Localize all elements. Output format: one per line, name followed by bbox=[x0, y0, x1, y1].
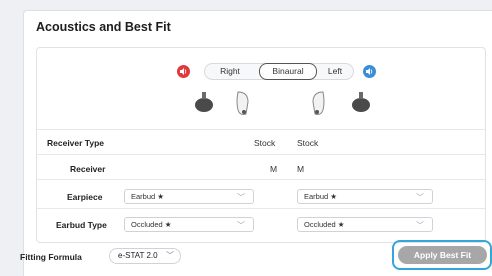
right-speaker-icon[interactable] bbox=[177, 65, 190, 78]
chevron-down-icon: ﹀ bbox=[416, 221, 424, 230]
fitting-formula-value: e-STAT 2.0 bbox=[118, 251, 158, 260]
hearing-aid-right-icon bbox=[236, 91, 249, 115]
receiver-left-value: M bbox=[297, 164, 305, 174]
chevron-down-icon: ﹀ bbox=[237, 193, 245, 202]
section-title: Acoustics and Best Fit bbox=[36, 20, 171, 34]
earpiece-right-select[interactable]: Earbud ★ ﹀ bbox=[124, 189, 254, 204]
apply-best-fit-button[interactable]: Apply Best Fit bbox=[398, 246, 487, 264]
fitting-formula-label: Fitting Formula bbox=[20, 252, 82, 262]
segment-binaural[interactable]: Binaural bbox=[259, 63, 317, 80]
divider bbox=[37, 208, 485, 209]
divider bbox=[37, 154, 485, 155]
earbud-type-label: Earbud Type bbox=[56, 220, 107, 230]
earpiece-right-value: Earbud ★ bbox=[131, 192, 164, 201]
receiver-type-right-value: Stock bbox=[254, 138, 276, 148]
earpiece-left-value: Earbud ★ bbox=[304, 192, 337, 201]
ear-segmented-control: Right Binaural Left bbox=[204, 63, 354, 80]
hearing-aid-left-icon bbox=[312, 91, 325, 115]
receiver-type-label: Receiver Type bbox=[47, 138, 105, 148]
ear-selector: Right Binaural Left bbox=[177, 63, 377, 81]
divider bbox=[37, 179, 485, 180]
divider bbox=[37, 129, 485, 130]
receiver-label: Receiver bbox=[70, 164, 106, 174]
segment-left[interactable]: Left bbox=[317, 64, 353, 79]
acoustics-card: Right Binaural Left Receiver Type Stock … bbox=[36, 47, 486, 243]
earbud-type-right-value: Occluded ★ bbox=[131, 220, 172, 229]
apply-best-fit-highlight: Apply Best Fit bbox=[392, 240, 492, 270]
segment-right[interactable]: Right bbox=[209, 64, 251, 79]
receiver-right-value: M bbox=[270, 164, 278, 174]
fitting-formula-select[interactable]: e-STAT 2.0 ﹀ bbox=[109, 248, 181, 264]
earbud-type-left-value: Occluded ★ bbox=[304, 220, 345, 229]
hearing-aid-images bbox=[37, 90, 487, 120]
dome-earpiece-right-icon bbox=[195, 92, 213, 112]
receiver-type-left-value: Stock bbox=[297, 138, 319, 148]
earbud-type-right-select[interactable]: Occluded ★ ﹀ bbox=[124, 217, 254, 232]
earpiece-label: Earpiece bbox=[67, 192, 103, 202]
acoustics-panel: Acoustics and Best Fit Right Binaural Le… bbox=[23, 10, 492, 276]
left-speaker-icon[interactable] bbox=[363, 65, 376, 78]
earpiece-left-select[interactable]: Earbud ★ ﹀ bbox=[297, 189, 433, 204]
chevron-down-icon: ﹀ bbox=[166, 251, 174, 260]
chevron-down-icon: ﹀ bbox=[237, 221, 245, 230]
earbud-type-left-select[interactable]: Occluded ★ ﹀ bbox=[297, 217, 433, 232]
chevron-down-icon: ﹀ bbox=[416, 193, 424, 202]
dome-earpiece-left-icon bbox=[352, 92, 370, 112]
